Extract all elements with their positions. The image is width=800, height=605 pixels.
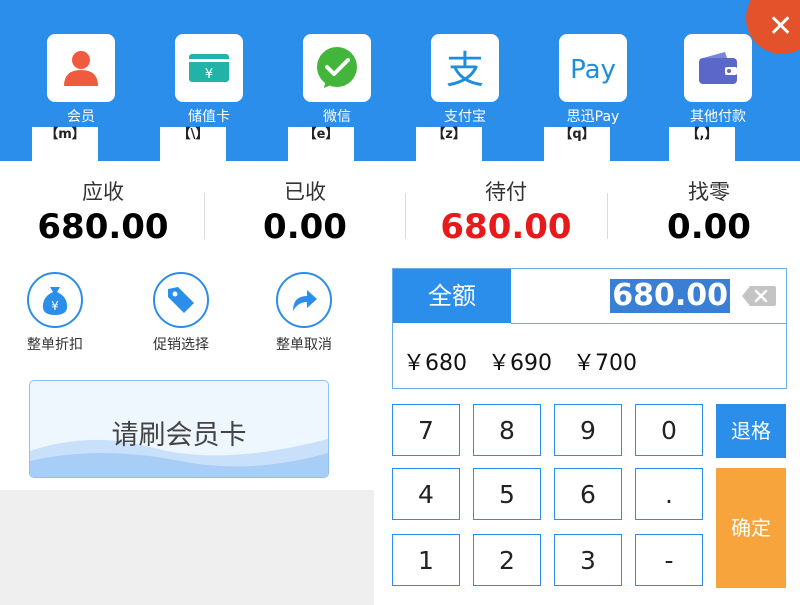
receivable-summary: 应收 680.00 xyxy=(3,179,203,249)
pay-method-shortcut: 【m】 xyxy=(31,126,99,161)
keypad-key-1[interactable]: 1 xyxy=(392,534,460,586)
change-value: 0.00 xyxy=(667,207,751,247)
keypad-key-7[interactable]: 7 xyxy=(392,404,460,456)
pay-method-shortcut: 【e】 xyxy=(287,126,355,161)
pay-method-sixun-pay[interactable]: Pay 思迅Pay 【q】 xyxy=(543,34,643,161)
pay-method-shortcut: 【z】 xyxy=(415,126,483,161)
stored-card-icon-text: ¥ xyxy=(205,67,213,82)
sixun-pay-icon: Pay xyxy=(559,34,627,102)
discount-button[interactable]: ¥ 整单折扣 xyxy=(0,272,110,354)
quick-amounts: ￥680 ￥690 ￥700 xyxy=(403,345,651,377)
alipay-icon-text: 支 xyxy=(446,48,484,92)
wallet-icon xyxy=(684,34,752,102)
amount-summary: 应收 680.00 已收 0.00 待付 680.00 找零 0.00 xyxy=(0,161,800,256)
promotion-button[interactable]: 促销选择 xyxy=(126,272,236,354)
pending-label: 待付 xyxy=(485,180,527,204)
keypad-key-8[interactable]: 8 xyxy=(473,404,541,456)
pay-method-label: 支付宝 xyxy=(444,109,486,125)
pay-method-label: 会员 xyxy=(67,109,95,125)
keypad-key-6[interactable]: 6 xyxy=(554,468,622,520)
member-icon xyxy=(47,34,115,102)
pay-method-label: 其他付款 xyxy=(690,109,746,125)
confirm-button[interactable]: 确定 xyxy=(716,468,786,588)
sixun-pay-icon-text: Pay xyxy=(570,55,616,85)
tag-icon xyxy=(153,272,209,328)
receivable-value: 680.00 xyxy=(37,207,169,247)
keypad-key-dot[interactable]: . xyxy=(635,468,703,520)
quick-amount-button[interactable]: ￥700 xyxy=(573,351,637,376)
backspace-icon[interactable] xyxy=(740,284,778,308)
received-summary: 已收 0.00 xyxy=(205,179,405,249)
discount-label: 整单折扣 xyxy=(27,337,83,353)
received-label: 已收 xyxy=(284,180,326,204)
keypad-key-4[interactable]: 4 xyxy=(392,468,460,520)
swipe-member-card-button[interactable]: 请刷会员卡 xyxy=(29,380,329,478)
left-panel-content: ¥ 整单折扣 促销选择 整单取消 请刷会员卡 xyxy=(0,256,374,490)
amount-box: 全额 680.00 ￥680 ￥690 ￥700 xyxy=(392,268,787,389)
pending-value: 680.00 xyxy=(440,207,572,247)
summary-divider xyxy=(607,193,608,239)
receivable-label: 应收 xyxy=(82,180,124,204)
stored-card-icon: ¥ xyxy=(175,34,243,102)
pay-method-member[interactable]: 会员 【m】 xyxy=(31,34,131,161)
backspace-button[interactable]: 退格 xyxy=(716,404,786,458)
close-icon: ✕ xyxy=(768,9,794,44)
keypad-key-2[interactable]: 2 xyxy=(473,534,541,586)
wechat-icon xyxy=(303,34,371,102)
payment-panel: 全额 680.00 ￥680 ￥690 ￥700 7 8 9 0 4 5 6 .… xyxy=(374,256,800,605)
pay-method-stored-card[interactable]: ¥ 储值卡 【\】 xyxy=(159,34,259,161)
cancel-order-button[interactable]: 整单取消 xyxy=(249,272,359,354)
pay-method-shortcut: 【q】 xyxy=(543,126,611,161)
redo-arrow-icon xyxy=(276,272,332,328)
full-amount-button[interactable]: 全额 xyxy=(393,269,511,323)
pay-method-label: 储值卡 xyxy=(188,109,230,125)
alipay-icon: 支 xyxy=(431,34,499,102)
keypad-key-minus[interactable]: - xyxy=(635,534,703,586)
keypad-key-9[interactable]: 9 xyxy=(554,404,622,456)
pay-method-other[interactable]: 其他付款 【,】 xyxy=(668,34,768,161)
promotion-label: 促销选择 xyxy=(153,337,209,353)
keypad-key-0[interactable]: 0 xyxy=(635,404,703,456)
pay-method-label: 思迅Pay xyxy=(566,109,620,125)
quick-amount-button[interactable]: ￥690 xyxy=(488,351,552,376)
pay-method-wechat[interactable]: 微信 【e】 xyxy=(287,34,387,161)
pay-method-shortcut: 【\】 xyxy=(159,126,227,161)
change-label: 找零 xyxy=(688,180,730,204)
pay-method-alipay[interactable]: 支 支付宝 【z】 xyxy=(415,34,515,161)
money-bag-icon-text: ¥ xyxy=(51,299,59,313)
payment-method-bar: 会员 【m】 ¥ 储值卡 【\】 微信 【e】 支 支付宝 【z】 Pay 思迅… xyxy=(0,0,800,161)
keypad-key-5[interactable]: 5 xyxy=(473,468,541,520)
pending-summary: 待付 680.00 xyxy=(406,179,606,249)
money-bag-icon: ¥ xyxy=(27,272,83,328)
amount-value: 680.00 xyxy=(610,278,730,313)
cancel-order-label: 整单取消 xyxy=(276,337,332,353)
amount-input[interactable]: 680.00 xyxy=(511,269,786,324)
pay-method-label: 微信 xyxy=(323,109,351,125)
received-value: 0.00 xyxy=(263,207,347,247)
quick-amount-button[interactable]: ￥680 xyxy=(403,351,467,376)
change-summary: 找零 0.00 xyxy=(609,179,800,249)
swipe-card-label: 请刷会员卡 xyxy=(111,420,247,451)
pay-method-shortcut: 【,】 xyxy=(668,126,736,161)
left-panel: ¥ 整单折扣 促销选择 整单取消 请刷会员卡 xyxy=(0,256,374,605)
keypad-key-3[interactable]: 3 xyxy=(554,534,622,586)
